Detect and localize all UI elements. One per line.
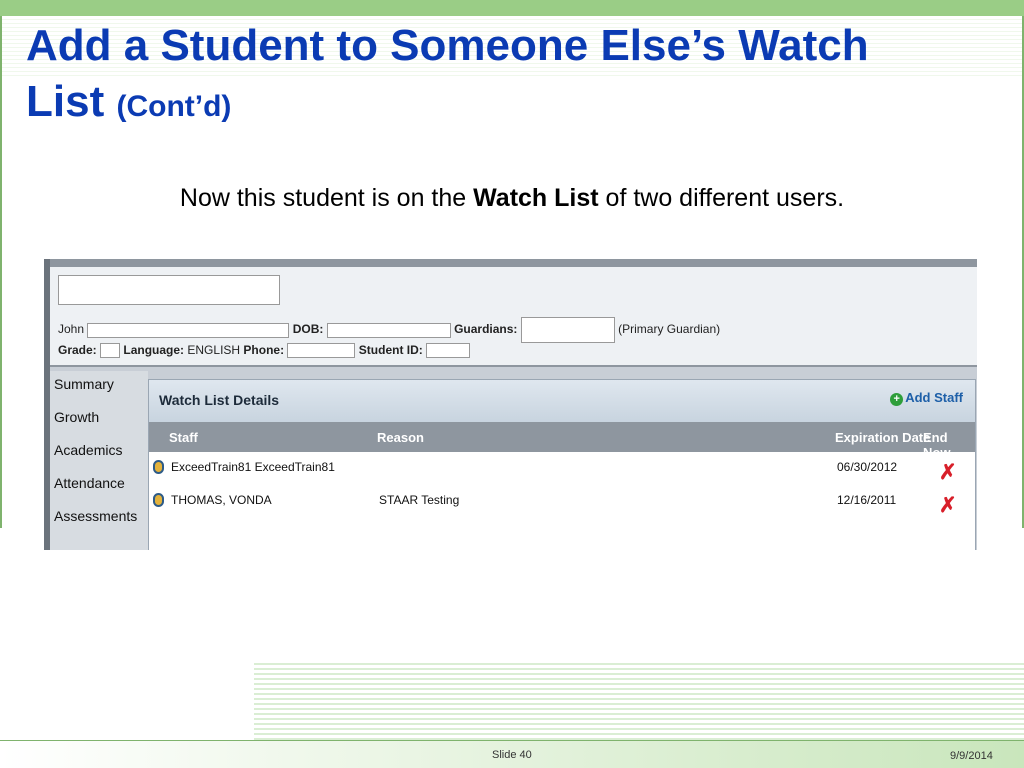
- row-staff: THOMAS, VONDA: [171, 493, 272, 507]
- nav-item-attendance[interactable]: Attendance: [50, 470, 148, 503]
- x-icon[interactable]: ✗: [939, 460, 957, 485]
- redacted-field: [287, 343, 356, 359]
- redacted-field: [520, 317, 615, 343]
- student-info-panel: John DOB: Guardians: (Primary Guardian) …: [50, 267, 977, 367]
- student-info-row-2: Grade: Language: ENGLISH Phone: Student …: [58, 343, 471, 359]
- add-staff-label: Add Staff: [905, 390, 963, 405]
- plus-icon: +: [890, 393, 904, 406]
- nav-item-summary[interactable]: Summary: [50, 371, 148, 404]
- col-expiration: Expiration Date: [835, 430, 931, 445]
- screenshot-topbar: [44, 259, 977, 267]
- left-nav: Summary Growth Academics Attendance Asse…: [50, 371, 148, 550]
- student-info-row-1: John DOB: Guardians: (Primary Guardian): [58, 317, 720, 343]
- slide-title: Add a Student to Someone Else’s Watch Li…: [26, 18, 926, 135]
- row-reason: STAAR Testing: [379, 493, 460, 507]
- grade-label: Grade:: [58, 343, 97, 357]
- slide-number: Slide 40: [492, 749, 532, 761]
- top-band: [0, 0, 1024, 16]
- student-name-prefix: John: [58, 322, 85, 337]
- row-expiration: 12/16/2011: [837, 493, 897, 507]
- bottom-stripe-pattern: [254, 660, 1024, 740]
- phone-label: Phone:: [243, 343, 285, 357]
- watch-list-header: Watch List Details + Add Staff: [149, 380, 975, 422]
- table-row: ExceedTrain81 ExceedTrain81 06/30/2012 ✗: [149, 452, 975, 485]
- watch-list-column-headers: Staff Reason Expiration Date End Now: [149, 422, 975, 460]
- guardians-label: Guardians:: [454, 322, 518, 337]
- dob-label: DOB:: [292, 322, 324, 337]
- add-staff-button[interactable]: + Add Staff: [890, 390, 963, 406]
- col-reason: Reason: [377, 430, 424, 445]
- redacted-field: [426, 343, 471, 359]
- row-staff: ExceedTrain81 ExceedTrain81: [171, 460, 335, 474]
- pencil-icon[interactable]: [153, 493, 164, 507]
- language-label: Language:: [123, 343, 185, 357]
- title-suffix: (Cont’d): [116, 90, 232, 123]
- redacted-field: [100, 343, 121, 359]
- nav-item-assessments[interactable]: Assessments: [50, 503, 148, 536]
- subtitle-post: of two different users.: [598, 184, 845, 212]
- subtitle-bold: Watch List: [473, 184, 599, 212]
- pencil-icon[interactable]: [153, 460, 164, 474]
- app-screenshot: John DOB: Guardians: (Primary Guardian) …: [44, 259, 977, 550]
- table-row: THOMAS, VONDA STAAR Testing 12/16/2011 ✗: [149, 485, 975, 518]
- subtitle-pre: Now this student is on the: [179, 184, 474, 212]
- student-name-redacted: [58, 275, 280, 305]
- redacted-field: [87, 322, 290, 338]
- language-value: ENGLISH: [187, 343, 241, 357]
- guardian-note: (Primary Guardian): [618, 322, 721, 337]
- left-border: [0, 16, 2, 528]
- x-icon[interactable]: ✗: [939, 493, 957, 518]
- row-expiration: 06/30/2012: [837, 460, 898, 474]
- slide-footer: Slide 40 9/9/2014: [0, 741, 1024, 768]
- col-staff: Staff: [169, 430, 198, 445]
- slide-subtitle: Now this student is on the Watch List of…: [0, 184, 1024, 213]
- redacted-field: [326, 322, 451, 338]
- nav-item-growth[interactable]: Growth: [50, 404, 148, 437]
- slide-date: 9/9/2014: [950, 750, 993, 762]
- watch-list-title: Watch List Details: [159, 392, 280, 408]
- watch-list-panel: Watch List Details + Add Staff Staff Reas…: [148, 379, 976, 550]
- student-id-label: Student ID:: [358, 343, 423, 357]
- nav-item-academics[interactable]: Academics: [50, 437, 148, 470]
